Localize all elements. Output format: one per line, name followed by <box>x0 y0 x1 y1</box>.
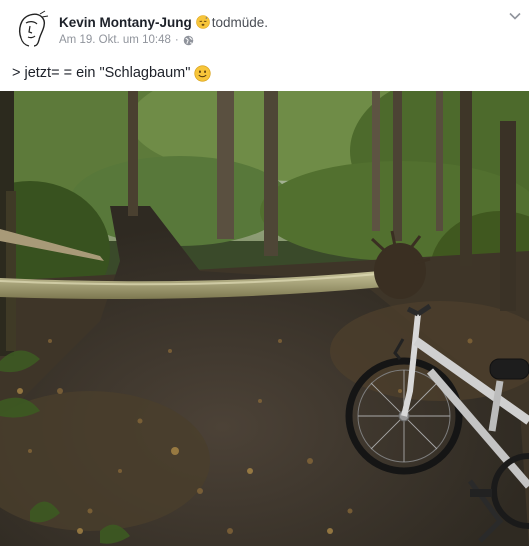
feeling-text: todmüde. <box>211 14 269 30</box>
post-text: > jetzt= = ein "Schlagbaum" <box>12 62 212 84</box>
facebook-post: Kevin Montany-Jung z todmüde. Am 19. Okt… <box>0 0 529 550</box>
avatar[interactable] <box>12 8 52 48</box>
post-header: Kevin Montany-Jung z todmüde. Am 19. Okt… <box>0 0 529 56</box>
author-line: Kevin Montany-Jung z todmüde. <box>59 12 268 32</box>
forest-path-photo <box>0 91 529 546</box>
timestamp[interactable]: Am 19. Okt. um 10:48 <box>59 34 171 46</box>
smile-emoji-icon <box>194 64 212 82</box>
post-photo[interactable] <box>0 91 529 546</box>
post-meta: Am 19. Okt. um 10:48 · <box>59 32 194 48</box>
author-name[interactable]: Kevin Montany-Jung <box>59 15 192 30</box>
meta-separator: · <box>174 34 179 46</box>
sleepy-emoji-icon: z <box>195 15 210 29</box>
svg-text:z: z <box>205 16 207 20</box>
chevron-down-icon[interactable] <box>507 8 523 24</box>
avatar-sketch-face-icon <box>12 8 52 48</box>
post-text-content: > jetzt= = ein "Schlagbaum" <box>12 65 191 81</box>
globe-icon[interactable] <box>183 35 194 46</box>
